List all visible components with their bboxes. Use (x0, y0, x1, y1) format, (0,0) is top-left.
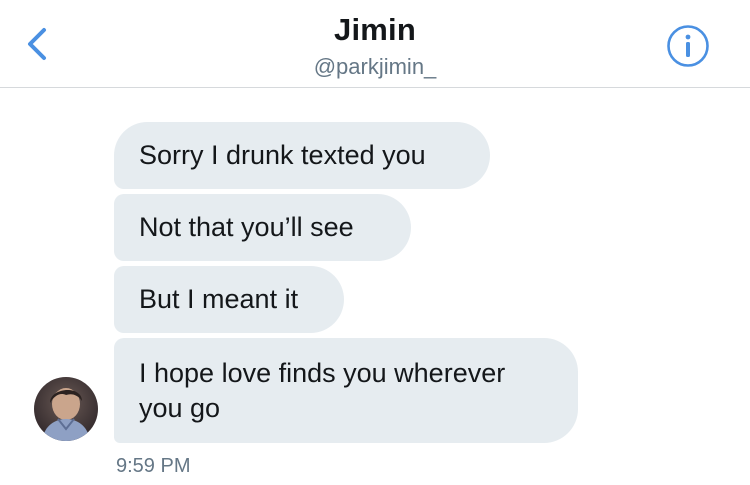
message-text: Sorry I drunk texted you (139, 140, 426, 170)
message-text: I hope love finds you wherever you go (139, 357, 506, 423)
message-bubble[interactable]: Sorry I drunk texted you (114, 122, 490, 189)
conversation-title[interactable]: Jimin (0, 12, 750, 48)
info-icon (667, 25, 709, 67)
message-text: But I meant it (139, 284, 299, 314)
info-button[interactable] (666, 24, 710, 68)
message-timestamp: 9:59 PM (116, 455, 191, 477)
message-bubble[interactable]: Not that you’ll see (114, 194, 411, 261)
message-bubble[interactable]: But I meant it (114, 266, 344, 333)
profile-photo-icon (34, 377, 98, 441)
message-bubble[interactable]: I hope love finds you wherever you go (114, 338, 578, 443)
conversation-header: Jimin @parkjimin_ (0, 0, 750, 88)
message-text: Not that you’ll see (139, 212, 354, 242)
conversation-handle[interactable]: @parkjimin_ (0, 54, 750, 80)
avatar[interactable] (34, 377, 98, 441)
